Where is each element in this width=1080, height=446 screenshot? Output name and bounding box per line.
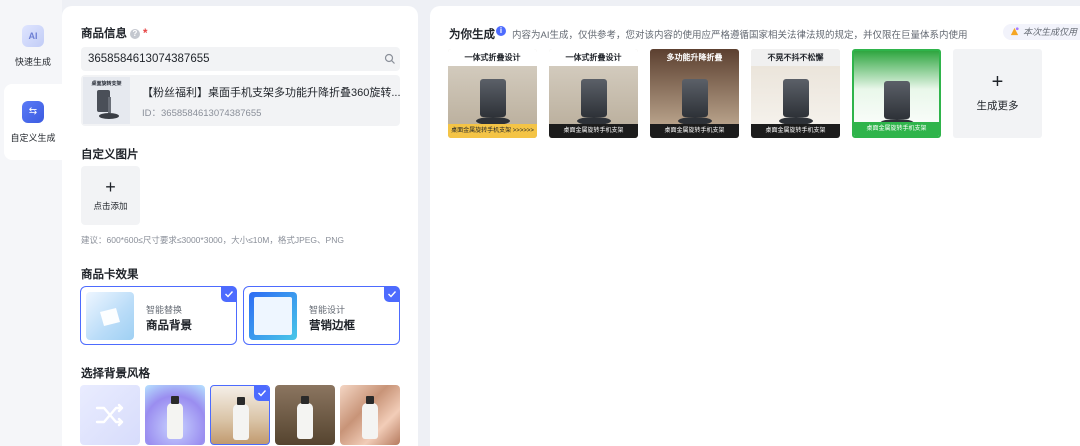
image-requirement-hint: 建议：600*600≤尺寸要求≤3000*3000，大小≤10M，格式JPEG、… (81, 235, 344, 245)
effect-option-marketing-frame[interactable]: 智能设计 营销边框 (243, 286, 400, 345)
generate-more-button[interactable]: + 生成更多 (953, 49, 1042, 138)
background-style-list (80, 385, 402, 446)
search-icon[interactable] (384, 53, 396, 65)
shuffle-icon (95, 403, 124, 427)
effect-main-label: 营销边框 (309, 320, 355, 332)
phone-stand-image (475, 79, 510, 125)
nav-item-label: 自定义生成 (10, 132, 56, 143)
generated-image[interactable]: 不晃不抖不松懈 桌面金属旋转手机支架 (751, 49, 840, 138)
generated-footer: 桌面金属旋转手机支架 (549, 124, 638, 138)
generated-footer: 桌面金属旋转手机支架 (751, 124, 840, 138)
config-panel: 商品信息? * 3658584613074387655 桌面旋转支架 【粉丝福利】… (62, 6, 418, 446)
phone-stand-image (677, 79, 712, 125)
product-id-input-value: 3658584613074387655 (88, 53, 210, 65)
custom-image-title: 自定义图片 (81, 149, 139, 161)
selected-product-card[interactable]: 桌面旋转支架 【粉丝福利】桌面手机支架多功能升降折叠360旋转... ID：36… (81, 75, 401, 126)
spark-icon (1010, 27, 1019, 36)
check-icon (254, 386, 269, 401)
check-icon (384, 286, 400, 302)
nav-item-quick-generate[interactable]: AI 快速生成 (4, 8, 62, 84)
generated-image-selected[interactable]: 桌面金属旋转手机支架 (852, 49, 941, 138)
background-style-title: 选择背景风格 (81, 368, 150, 380)
plus-icon: + (105, 176, 116, 197)
generated-image[interactable]: 一体式折叠设计 桌面金属旋转手机支架 >>>>>> (448, 49, 537, 138)
phone-stand-image (576, 79, 611, 125)
generation-results-panel: 为你生成 i 内容为AI生成，仅供参考，您对该内容的使用应严格遵循国家相关法律法… (430, 6, 1080, 446)
generated-headline: 多功能升降折叠 (666, 53, 723, 62)
custom-generate-icon: ⇆ (19, 97, 44, 123)
generate-more-label: 生成更多 (976, 100, 1019, 112)
product-id-input[interactable]: 3658584613074387655 (81, 47, 400, 71)
effect-sub-label: 智能替换 (146, 305, 183, 315)
effect-sub-label: 智能设计 (309, 305, 346, 315)
effect-main-label: 商品背景 (146, 320, 192, 332)
product-title: 【粉丝福利】桌面手机支架多功能升降折叠360旋转... (142, 87, 401, 99)
ai-icon: AI (22, 24, 44, 47)
generated-headline (854, 51, 939, 68)
add-image-button[interactable]: + 点击添加 (81, 166, 140, 225)
product-id: ID：3658584613074387655 (142, 108, 262, 119)
generated-footer: 桌面金属旋转手机支架 (854, 122, 939, 136)
generated-image[interactable]: 一体式折叠设计 桌面金属旋转手机支架 (549, 49, 638, 138)
phone-stand-image: 桌面旋转支架 (83, 77, 130, 124)
style-option-purple-glow[interactable] (145, 385, 205, 445)
left-nav: AI 快速生成 ⇆ 自定义生成 (0, 0, 62, 446)
style-option-dark-studio[interactable] (275, 385, 335, 445)
plus-icon: + (991, 71, 1004, 93)
product-thumbnail: 桌面旋转支架 (83, 77, 130, 124)
product-background-thumbnail (86, 292, 134, 340)
phone-stand-image (879, 81, 914, 127)
nav-item-label: 快速生成 (14, 56, 51, 67)
product-info-title-text: 商品信息 (81, 28, 127, 40)
generated-image[interactable]: 多功能升降折叠 桌面金属旋转手机支架 (650, 49, 739, 138)
style-random[interactable] (80, 385, 140, 445)
marketing-frame-thumbnail (249, 292, 297, 340)
ai-disclaimer: 内容为AI生成，仅供参考，您对该内容的使用应严格遵循国家相关法律法规的规定，并仅… (512, 30, 968, 41)
generated-headline: 不晃不抖不松懈 (751, 49, 840, 66)
generated-headline: 一体式折叠设计 (448, 49, 537, 66)
card-effect-title: 商品卡效果 (81, 269, 139, 281)
required-mark: * (143, 28, 148, 40)
generated-headline: 一体式折叠设计 (549, 49, 638, 66)
generated-footer: 桌面金属旋转手机支架 (650, 124, 739, 138)
generated-footer: 桌面金属旋转手机支架 >>>>>> (448, 124, 537, 138)
style-option-silk[interactable] (340, 385, 400, 445)
thumb-caption: 桌面旋转支架 (90, 80, 121, 87)
generation-quota-badge: 本次生成仅用 (1003, 24, 1080, 40)
nav-item-custom-generate[interactable]: ⇆ 自定义生成 (4, 84, 62, 160)
effect-option-product-background[interactable]: 智能替换 商品背景 (80, 286, 237, 345)
info-icon: i (496, 26, 506, 36)
generation-quota-text: 本次生成仅用 (1023, 27, 1078, 37)
add-image-label: 点击添加 (93, 200, 128, 211)
results-title: 为你生成 (449, 29, 495, 41)
product-info-title: 商品信息? * (81, 25, 147, 41)
check-icon (221, 286, 237, 302)
phone-stand-image (778, 79, 813, 125)
style-option-wood-table[interactable] (210, 385, 270, 445)
help-icon[interactable]: ? (130, 29, 140, 39)
